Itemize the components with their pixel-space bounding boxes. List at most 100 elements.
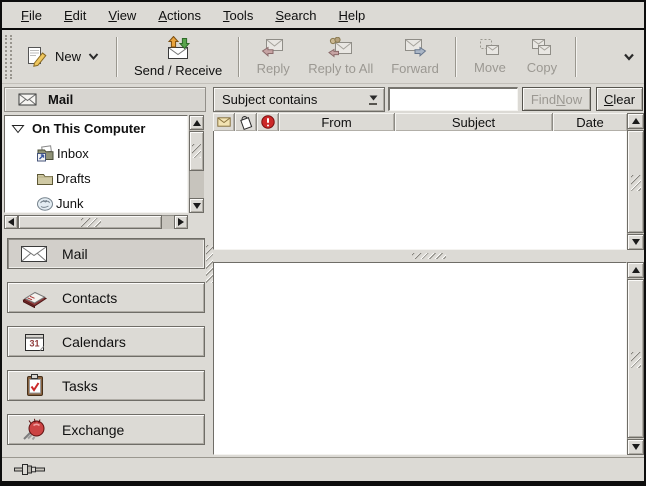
inbox-folder-icon	[36, 145, 55, 162]
search-input[interactable]	[388, 87, 518, 111]
tree-row-drafts[interactable]: Drafts	[5, 166, 187, 191]
scroll-up-button[interactable]	[627, 262, 644, 278]
scroll-up-button[interactable]	[189, 115, 204, 130]
column-attachment[interactable]	[235, 113, 257, 131]
toolbar-overflow-chevron-icon[interactable]	[623, 53, 635, 61]
reply-icon	[261, 37, 285, 58]
column-date[interactable]: Date	[553, 113, 627, 131]
tree-horizontal-scrollbar[interactable]	[4, 215, 188, 229]
exchange-icon	[20, 418, 48, 441]
pane-splitter-horizontal[interactable]	[213, 251, 645, 261]
switcher-label: Tasks	[62, 378, 98, 394]
forward-button[interactable]: Forward	[382, 33, 448, 80]
reply-to-all-icon	[328, 37, 354, 58]
scroll-down-button[interactable]	[189, 198, 204, 213]
priority-icon	[261, 115, 275, 129]
junk-icon	[36, 196, 54, 211]
combo-arrow-icon	[364, 95, 384, 105]
search-filter-dropdown[interactable]: Subject contains	[213, 87, 385, 112]
menu-help[interactable]: Help	[328, 4, 377, 27]
sidebar-header-label: Mail	[48, 92, 73, 107]
tree-row-on-this-computer[interactable]: On This Computer	[5, 116, 187, 141]
switcher-contacts-button[interactable]: Contacts	[7, 282, 205, 313]
calendars-icon: 31	[20, 331, 48, 352]
column-from[interactable]: From	[279, 113, 395, 131]
menu-file[interactable]: File	[10, 4, 53, 27]
contacts-icon	[20, 287, 48, 308]
menu-edit[interactable]: Edit	[53, 4, 97, 27]
envelope-icon	[18, 93, 37, 106]
column-subject[interactable]: Subject	[395, 113, 553, 131]
menu-view[interactable]: View	[97, 4, 147, 27]
send-receive-button[interactable]: Send / Receive	[125, 32, 231, 82]
drafts-folder-icon	[36, 171, 54, 186]
message-list-scrollbar[interactable]	[627, 113, 644, 250]
switcher-label: Exchange	[62, 422, 124, 438]
scrollbar-corner	[189, 215, 204, 229]
menu-bar: File Edit View Actions Tools Search Help	[2, 2, 644, 28]
message-list-body[interactable]	[213, 131, 627, 250]
toolbar-drag-handle[interactable]	[5, 35, 12, 79]
tree-item-label: Drafts	[56, 171, 91, 186]
toolbar-separator	[455, 37, 457, 77]
scroll-down-button[interactable]	[627, 439, 644, 455]
forward-icon	[403, 37, 427, 58]
new-message-icon	[26, 46, 48, 68]
switcher-exchange-button[interactable]: Exchange	[7, 414, 205, 445]
status-bar	[2, 457, 644, 481]
column-priority[interactable]	[257, 113, 279, 131]
folder-tree: On This Computer Inbox Drafts Junk	[4, 115, 204, 229]
tree-row-junk[interactable]: Junk	[5, 191, 187, 213]
menu-tools[interactable]: Tools	[212, 4, 264, 27]
scroll-right-button[interactable]	[174, 215, 188, 229]
switcher-calendars-button[interactable]: 31 Calendars	[7, 326, 205, 357]
sidebar-header: Mail	[4, 87, 206, 112]
switcher-label: Calendars	[62, 334, 126, 350]
menu-actions[interactable]: Actions	[147, 4, 212, 27]
toolbar-separator	[116, 37, 118, 77]
new-button-label: New	[55, 49, 81, 64]
scroll-up-button[interactable]	[627, 113, 644, 129]
scroll-down-button[interactable]	[627, 234, 644, 250]
switcher-label: Contacts	[62, 290, 117, 306]
message-list-header: From Subject Date	[213, 113, 627, 131]
scroll-left-button[interactable]	[4, 215, 18, 229]
preview-pane[interactable]	[213, 262, 627, 455]
scrollbar-thumb[interactable]	[627, 279, 644, 438]
reply-to-all-label: Reply to All	[308, 61, 373, 76]
tree-row-inbox[interactable]: Inbox	[5, 141, 187, 166]
tree-item-label: Inbox	[57, 146, 89, 161]
toolbar-separator	[575, 37, 577, 77]
reply-label: Reply	[257, 61, 290, 76]
attachment-icon	[238, 115, 253, 130]
column-message-status[interactable]	[213, 113, 235, 131]
tree-item-label: Junk	[56, 196, 83, 211]
svg-text:31: 31	[29, 339, 39, 349]
tasks-icon	[20, 374, 48, 397]
online-plug-icon[interactable]	[14, 462, 46, 477]
new-button[interactable]: New	[16, 40, 109, 74]
scrollbar-thumb[interactable]	[627, 130, 644, 233]
copy-message-icon	[530, 38, 553, 57]
switcher-mail-button[interactable]: Mail	[7, 238, 205, 269]
tree-scrollbar-thumb[interactable]	[18, 215, 162, 229]
tree-expander-icon[interactable]	[11, 124, 25, 134]
reply-button[interactable]: Reply	[247, 33, 299, 80]
switcher-label: Mail	[62, 246, 88, 262]
move-button[interactable]: Move	[464, 34, 516, 79]
menu-search[interactable]: Search	[264, 4, 327, 27]
copy-button[interactable]: Copy	[516, 34, 568, 79]
tree-scrollbar-thumb[interactable]	[189, 131, 204, 171]
tree-vertical-scrollbar[interactable]	[189, 115, 204, 213]
folder-tree-view[interactable]: On This Computer Inbox Drafts Junk	[4, 115, 188, 213]
send-receive-icon	[164, 36, 192, 60]
toolbar: New Send / Receive Reply Rep	[2, 30, 644, 84]
find-now-button[interactable]: Find Now	[522, 87, 591, 111]
reply-to-all-button[interactable]: Reply to All	[299, 33, 382, 80]
switcher-tasks-button[interactable]: Tasks	[7, 370, 205, 401]
pane-splitter-vertical[interactable]	[206, 86, 213, 455]
chevron-down-icon	[88, 53, 99, 60]
preview-scrollbar[interactable]	[627, 262, 644, 455]
clear-button[interactable]: Clear	[596, 87, 643, 111]
tree-root-label: On This Computer	[32, 121, 145, 136]
